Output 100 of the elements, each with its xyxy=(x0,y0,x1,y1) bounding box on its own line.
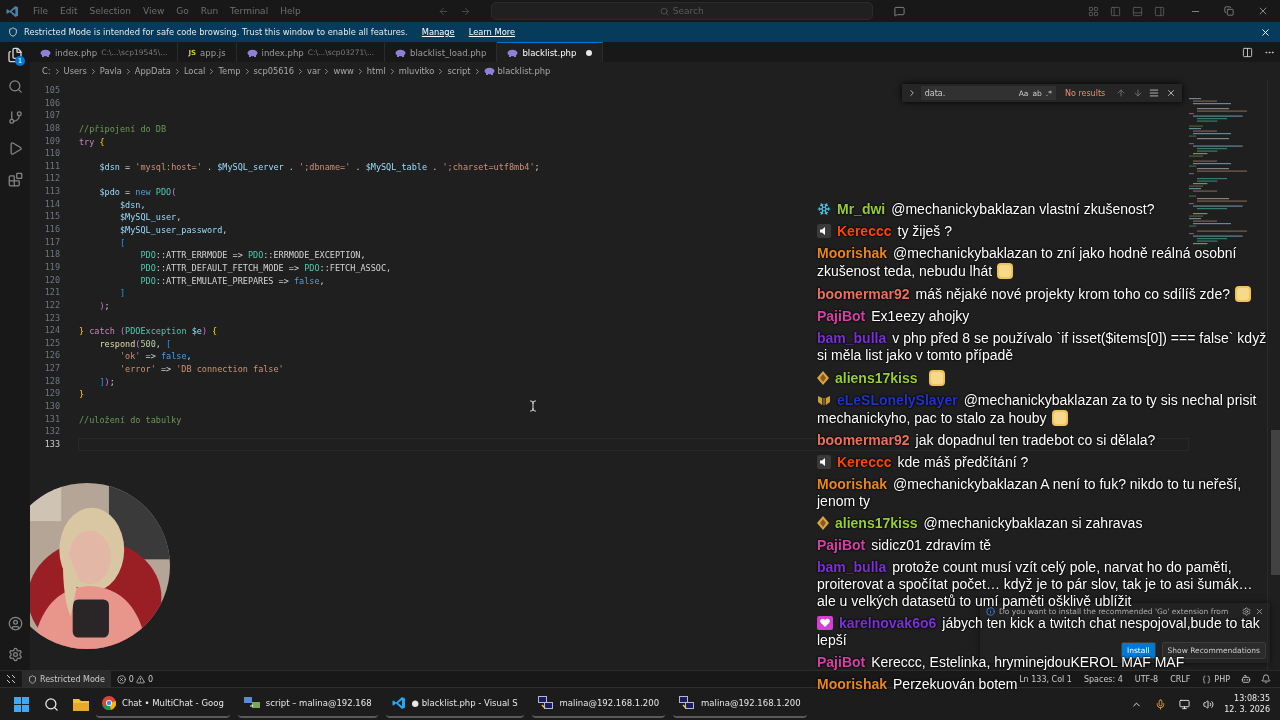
chat-username: Moorishak xyxy=(817,245,887,261)
php-file-icon xyxy=(395,48,407,57)
menu-item[interactable]: Terminal xyxy=(224,6,275,16)
banner-link[interactable]: Manage xyxy=(421,27,455,37)
status-item[interactable]: Spaces: 4 xyxy=(1077,674,1129,684)
line-number: 110 xyxy=(43,147,61,160)
taskbar-app[interactable]: script – malina@192.168 xyxy=(237,690,378,718)
heart-icon xyxy=(817,616,833,630)
line-number: 108 xyxy=(43,121,61,135)
clock-time[interactable]: 13:08:35 xyxy=(1234,693,1270,704)
search-icon[interactable] xyxy=(6,77,24,95)
code-line: //připojení do DB xyxy=(79,123,166,134)
search-icon xyxy=(659,6,669,16)
menu-item[interactable]: Selection xyxy=(83,6,137,16)
restricted-mode-item[interactable]: Restricted Mode xyxy=(22,671,111,687)
line-number: 107 xyxy=(43,109,61,122)
menu-item[interactable]: Edit xyxy=(54,6,84,16)
code-line: 'error' => 'DB connection false' xyxy=(118,364,284,375)
warnings-item[interactable]: 0 xyxy=(134,674,159,684)
breadcrumb-item[interactable]: mluvitko xyxy=(398,66,435,76)
errors-item[interactable]: 0 xyxy=(110,674,135,684)
tab-label: blacklist.php xyxy=(522,47,577,58)
chat-username: boomermar92 xyxy=(817,286,910,302)
line-number: 131 xyxy=(43,412,61,426)
wings-icon xyxy=(817,393,831,407)
breadcrumb-item[interactable]: Users xyxy=(63,66,87,76)
chat-username: Moorishak xyxy=(817,676,887,692)
chat-username: PajiBot xyxy=(817,308,866,324)
breadcrumb-item[interactable]: html xyxy=(366,66,386,76)
snowflake-icon xyxy=(817,202,831,216)
taskbar-app[interactable]: ● blacklist.php - Visual S xyxy=(385,690,524,718)
taskbar-app[interactable]: Chat • MultiChat - Goog xyxy=(96,690,230,718)
language-item[interactable]: PHP xyxy=(1196,674,1236,684)
source-control-icon[interactable] xyxy=(6,108,24,126)
line-number: 118 xyxy=(43,248,61,261)
breadcrumb-item[interactable]: Pavla xyxy=(99,66,122,76)
menu-item[interactable]: File xyxy=(27,6,55,16)
line-number: 105 xyxy=(43,84,61,97)
editor-tab[interactable]: blacklist.php xyxy=(497,42,604,62)
chat-message: @mechanickybaklazan vlastní zkušenost? xyxy=(891,201,1155,217)
tab-label: blacklist_load.php xyxy=(410,47,487,58)
status-item[interactable]: UTF-8 xyxy=(1128,674,1165,684)
line-number: 106 xyxy=(43,96,61,110)
line-number: 133 xyxy=(43,437,61,451)
settings-icon[interactable] xyxy=(6,645,24,663)
chrome-icon xyxy=(102,696,116,710)
breadcrumb-item[interactable]: scp05616 xyxy=(253,66,295,76)
speaker-icon xyxy=(817,224,831,238)
line-number: 112 xyxy=(43,172,61,186)
breadcrumb-item[interactable]: www xyxy=(333,66,354,76)
line-number: 122 xyxy=(43,298,61,312)
shield-icon xyxy=(28,674,37,684)
code-line: $dsn = 'mysql:host=' . $MySQL_server . ';dbname=' . $MySQL_table . ';charset=utf8mb4'; xyxy=(98,161,540,172)
clock-date[interactable]: 12. 3. 2026 xyxy=(1224,704,1270,715)
breadcrumb-item[interactable]: Temp xyxy=(218,66,241,76)
chat-message: @mechanickybaklazan to zní jako hodně reálná osobní xyxy=(893,245,1237,261)
line-number: 128 xyxy=(43,374,61,388)
terminal-computers-icon xyxy=(537,696,554,710)
account-icon[interactable] xyxy=(6,614,24,632)
menu-item[interactable]: Go xyxy=(170,6,195,16)
breadcrumb-item[interactable]: Local xyxy=(183,66,206,76)
close-icon[interactable] xyxy=(1255,607,1264,616)
php-file-icon xyxy=(40,48,51,57)
menu-item[interactable]: Run xyxy=(194,6,225,16)
code-line: ]); xyxy=(98,376,115,387)
code-line: [ xyxy=(118,237,126,248)
breadcrumb-item[interactable]: C: xyxy=(42,66,51,76)
chat-message: kde máš předčítání ? xyxy=(897,454,1029,470)
code-line: } catch (PDOException $e) { xyxy=(79,326,218,337)
chat-username: Mr_dwi xyxy=(837,201,886,217)
settings-icon[interactable] xyxy=(1242,607,1251,616)
gem-icon xyxy=(817,516,829,530)
code-line: $MySQL_user_password, xyxy=(118,225,228,236)
app-logo-icon xyxy=(6,4,19,18)
breadcrumb-item[interactable]: script xyxy=(447,66,471,76)
extensions-icon[interactable] xyxy=(6,170,24,188)
breadcrumb-item[interactable]: var xyxy=(307,66,321,76)
gem-icon xyxy=(817,371,829,385)
breadcrumb-item[interactable]: AppData xyxy=(134,66,171,76)
chat-username: eLeSLonelySlayer xyxy=(837,392,958,408)
status-item[interactable]: CRLF xyxy=(1164,674,1197,684)
chat-message: jak dopadnul ten tradebot co si dělala? xyxy=(915,432,1156,448)
chat-message: @mechanickybaklazan za to ty sis nechal prisit xyxy=(963,392,1257,408)
taskbar-app[interactable]: malina@192.168.1.200 xyxy=(673,690,807,718)
error-icon xyxy=(116,674,126,684)
banner-link[interactable]: Learn More xyxy=(468,27,516,37)
code-line: PDO::ATTR_EMULATE_PREPARES => false, xyxy=(139,275,325,286)
taskbar-app[interactable]: malina@192.168.1.200 xyxy=(531,690,666,718)
line-number: 129 xyxy=(43,387,61,400)
breadcrumb-item[interactable]: blacklist.php xyxy=(497,66,551,76)
code-line: $dsn, xyxy=(118,199,146,210)
menu-item[interactable]: View xyxy=(137,6,171,16)
code-line: try { xyxy=(79,136,105,147)
code-line: ); xyxy=(98,300,110,311)
code-line: respond(500, [ xyxy=(98,338,172,349)
scrollbar-thumb[interactable] xyxy=(1271,430,1280,575)
chat-username: bam_bulla xyxy=(817,330,887,346)
chat-username: karelnovak6o6 xyxy=(839,615,937,631)
menu-item[interactable]: Help xyxy=(274,6,307,16)
chat-message: v php před 8 se používalo `if isset($items[0]) === false` když xyxy=(892,330,1267,346)
